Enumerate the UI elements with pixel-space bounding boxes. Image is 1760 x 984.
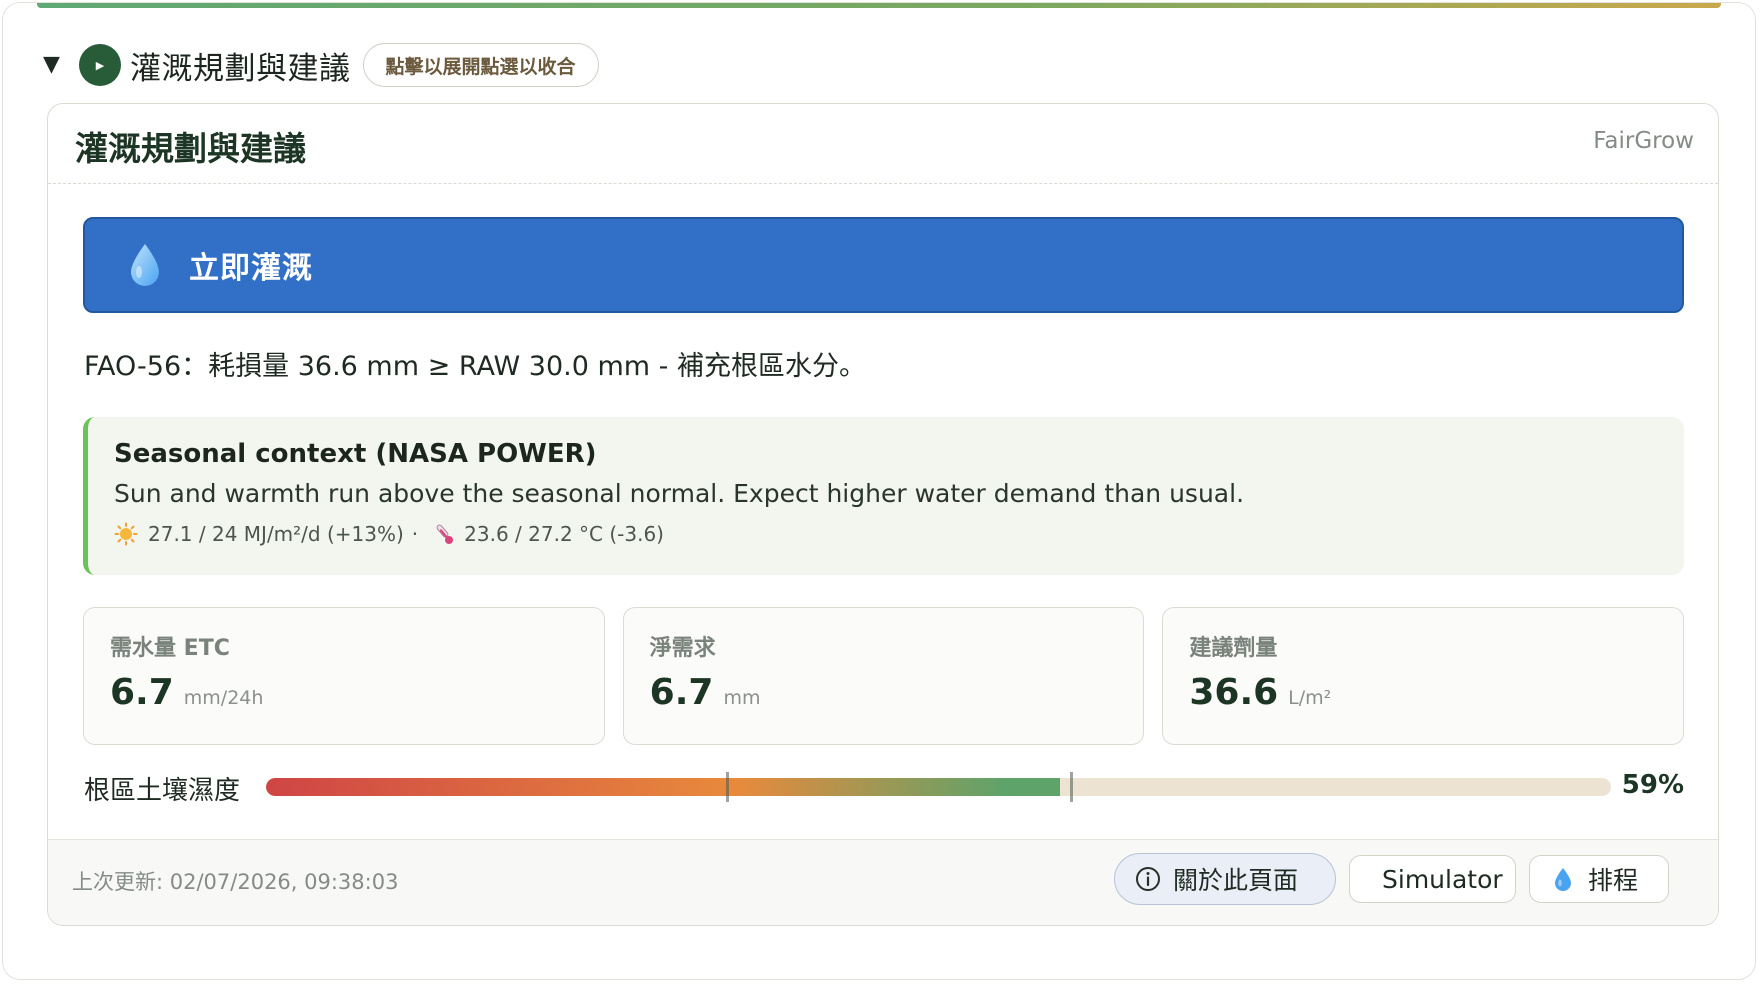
seasonal-metrics: 27.1 / 24 MJ/m²/d (+13%) · 23.6 / 27.2 °… xyxy=(114,522,664,546)
soil-threshold-marker xyxy=(726,772,729,802)
brand-label: FairGrow xyxy=(1593,128,1694,154)
card-footer: 上次更新: 02/07/2026, 09:38:03 關於此頁面 Simulat… xyxy=(48,839,1718,925)
seasonal-context-box: Seasonal context (NASA POWER) Sun and wa… xyxy=(83,417,1684,575)
collapsible-summary[interactable]: ▼ ▶ 灌溉規劃與建議 點擊以展開點選以收合 xyxy=(43,41,599,89)
metric-separator: · xyxy=(411,522,419,546)
about-page-button[interactable]: 關於此頁面 xyxy=(1114,853,1336,905)
stat-value: 6.7 xyxy=(110,672,174,713)
water-drop-icon xyxy=(131,244,159,286)
top-accent-bar xyxy=(37,3,1721,8)
stat-value-group: 6.7 mm xyxy=(650,672,761,713)
last-updated-text: 上次更新: 02/07/2026, 09:38:03 xyxy=(72,870,399,894)
soil-moisture-percent: 59% xyxy=(1621,770,1684,800)
stat-value: 36.6 xyxy=(1189,672,1279,713)
simulator-label: Simulator xyxy=(1382,864,1503,894)
summary-title: 灌溉規劃與建議 xyxy=(130,50,351,87)
stat-unit: mm/24h xyxy=(183,687,264,709)
stat-value-group: 36.6 L/m² xyxy=(1189,672,1331,713)
simulator-button[interactable]: Simulator xyxy=(1349,855,1516,903)
about-page-label: 關於此頁面 xyxy=(1173,866,1299,895)
info-icon xyxy=(1136,867,1160,891)
stat-unit: L/m² xyxy=(1288,687,1332,709)
temperature-value: 23.6 / 27.2 °C (-3.6) xyxy=(464,522,664,546)
soil-moisture-label: 根區土壤濕度 xyxy=(84,776,241,806)
stats-row: 需水量 ETC 6.7 mm/24h 淨需求 6.7 mm 建議劑量 36.6 … xyxy=(83,607,1685,745)
play-circle-icon: ▶ xyxy=(79,44,121,86)
banner-text: 立即灌溉 xyxy=(189,251,313,286)
thermometer-icon xyxy=(436,524,454,544)
stat-unit: mm xyxy=(723,687,761,709)
caret-down-icon[interactable]: ▼ xyxy=(43,54,71,76)
seasonal-description: Sun and warmth run above the seasonal no… xyxy=(114,479,1245,508)
stat-card-net-demand: 淨需求 6.7 mm xyxy=(622,607,1145,745)
fao56-reason-text: FAO-56：耗損量 36.6 mm ≥ RAW 30.0 mm - 補充根區水… xyxy=(84,351,866,382)
stat-value-group: 6.7 mm/24h xyxy=(110,672,263,713)
irrigation-card: 灌溉規劃與建議 FairGrow 立即灌溉 FAO-56：耗損量 36.6 mm… xyxy=(47,103,1719,926)
stat-label: 建議劑量 xyxy=(1189,636,1278,661)
irrigate-now-banner: 立即灌溉 xyxy=(83,217,1684,313)
stat-label: 淨需求 xyxy=(649,636,716,661)
irrigation-panel: ▼ ▶ 灌溉規劃與建議 點擊以展開點選以收合 灌溉規劃與建議 FairGrow … xyxy=(2,2,1756,980)
schedule-button[interactable]: 排程 xyxy=(1529,855,1669,903)
soil-current-marker xyxy=(1069,772,1073,802)
soil-moisture-row: 根區土壤濕度 59% xyxy=(84,768,1684,808)
stat-label: 需水量 ETC xyxy=(110,636,230,661)
card-title: 灌溉規劃與建議 xyxy=(75,129,306,168)
stat-value: 6.7 xyxy=(649,672,714,713)
seasonal-title: Seasonal context (NASA POWER) xyxy=(114,439,597,469)
water-drop-icon xyxy=(1555,868,1571,891)
stat-card-etc: 需水量 ETC 6.7 mm/24h xyxy=(83,607,605,745)
toggle-hint-pill[interactable]: 點擊以展開點選以收合 xyxy=(362,43,599,87)
soil-moisture-fill xyxy=(266,778,1060,796)
schedule-label: 排程 xyxy=(1588,866,1639,895)
soil-moisture-bar xyxy=(266,778,1611,796)
radiation-value: 27.1 / 24 MJ/m²/d (+13%) xyxy=(148,522,404,546)
stat-card-recommended-dose: 建議劑量 36.6 L/m² xyxy=(1162,607,1685,745)
card-header: 灌溉規劃與建議 FairGrow xyxy=(48,104,1718,184)
sun-icon xyxy=(114,522,138,546)
